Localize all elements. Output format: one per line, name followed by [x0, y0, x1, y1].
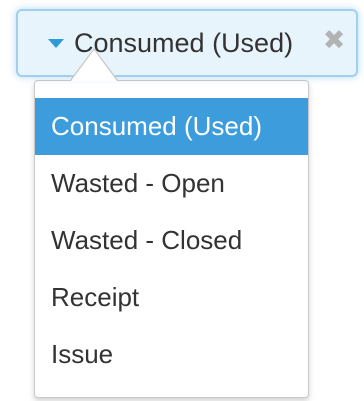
options-list: Consumed (Used) Wasted - Open Wasted - C…: [35, 98, 308, 383]
dropdown-menu: Consumed (Used) Wasted - Open Wasted - C…: [34, 80, 309, 398]
option-issue[interactable]: Issue: [35, 326, 308, 383]
option-wasted-open[interactable]: Wasted - Open: [35, 155, 308, 212]
select-field[interactable]: Consumed (Used) ✖: [16, 9, 358, 77]
option-receipt[interactable]: Receipt: [35, 269, 308, 326]
clear-icon[interactable]: ✖: [322, 25, 346, 55]
select-widget: Consumed (Used) Wasted - Open Wasted - C…: [0, 0, 364, 401]
caret-down-icon[interactable]: [48, 39, 64, 48]
option-consumed-used[interactable]: Consumed (Used): [35, 98, 308, 155]
dropdown-pointer-fill: [71, 50, 117, 81]
option-wasted-closed[interactable]: Wasted - Closed: [35, 212, 308, 269]
